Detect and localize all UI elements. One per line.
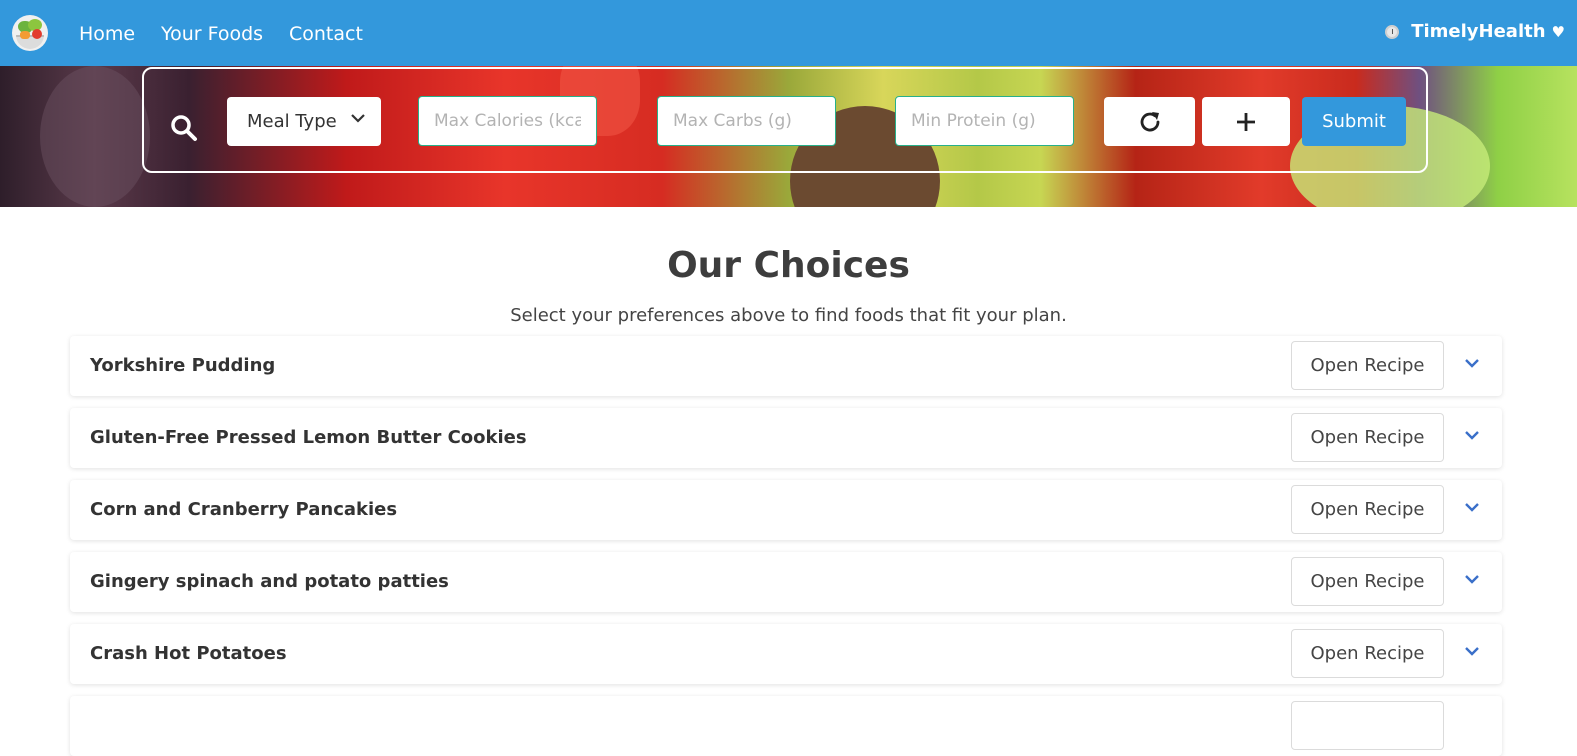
plus-icon (1237, 112, 1255, 131)
open-recipe-button[interactable]: Open Recipe (1291, 413, 1444, 462)
chevron-down-icon[interactable] (1464, 572, 1480, 588)
food-name: Corn and Cranberry Pancakies (90, 499, 398, 520)
chevron-down-icon (351, 114, 365, 123)
food-name: Gingery spinach and potato patties (90, 571, 449, 592)
nav-link-contact[interactable]: Contact (289, 22, 363, 46)
submit-button[interactable]: Submit (1302, 97, 1406, 146)
page-title: Our Choices (667, 245, 910, 286)
food-item[interactable]: Crash Hot Potatoes Open Recipe (70, 624, 1502, 684)
brand-name: TimelyHealth (1411, 21, 1546, 42)
hero-banner: Meal Type Submit (0, 66, 1577, 207)
chevron-down-icon[interactable] (1464, 644, 1480, 660)
food-item[interactable]: Gluten-Free Pressed Lemon Butter Cookies… (70, 408, 1502, 468)
navbar: Home Your Foods Contact TimelyHealth ♥ (0, 0, 1577, 66)
food-item[interactable]: Corn and Cranberry Pancakies Open Recipe (70, 480, 1502, 540)
food-name: Gluten-Free Pressed Lemon Butter Cookies (90, 427, 527, 448)
open-recipe-button[interactable]: Open Recipe (1291, 341, 1444, 390)
search-icon[interactable] (170, 114, 198, 142)
max-calories-input[interactable] (418, 96, 597, 146)
nav-link-your-foods[interactable]: Your Foods (161, 22, 263, 46)
refresh-icon (1140, 111, 1159, 131)
open-recipe-button[interactable]: Open Recipe (1291, 629, 1444, 678)
meal-type-select[interactable]: Meal Type (227, 97, 381, 146)
salad-bowl-logo[interactable] (12, 15, 48, 51)
food-item[interactable]: Gingery spinach and potato patties Open … (70, 552, 1502, 612)
chevron-down-icon[interactable] (1464, 428, 1480, 444)
open-recipe-button[interactable]: Open Recipe (1291, 557, 1444, 606)
clock-icon (1385, 24, 1400, 39)
heart-icon: ♥ (1551, 22, 1565, 41)
nav-link-home[interactable]: Home (79, 22, 135, 46)
max-carbs-input[interactable] (657, 96, 836, 146)
food-item[interactable] (70, 696, 1502, 756)
chevron-down-icon[interactable] (1464, 356, 1480, 372)
food-item[interactable]: Yorkshire Pudding Open Recipe (70, 336, 1502, 396)
meal-type-label: Meal Type (247, 111, 337, 132)
open-recipe-button[interactable] (1291, 701, 1444, 750)
brand[interactable]: TimelyHealth ♥ (1385, 21, 1565, 42)
open-recipe-button[interactable]: Open Recipe (1291, 485, 1444, 534)
min-protein-input[interactable] (895, 96, 1074, 146)
add-food-button[interactable] (1202, 97, 1290, 146)
food-name: Yorkshire Pudding (90, 355, 276, 376)
food-name: Crash Hot Potatoes (90, 643, 287, 664)
reset-button[interactable] (1104, 97, 1195, 146)
page-subtitle: Select your preferences above to find fo… (510, 305, 1067, 326)
chevron-down-icon[interactable] (1464, 500, 1480, 516)
